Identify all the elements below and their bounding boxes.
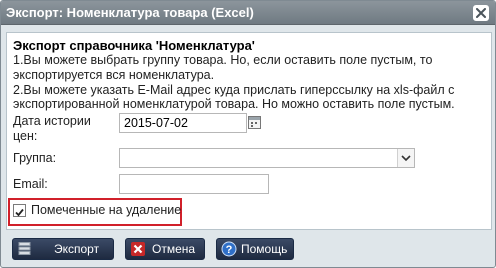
calendar-icon (248, 116, 261, 129)
desc-line-3: 2.Вы можете указать E-Mail адрес куда пр… (13, 83, 455, 97)
group-select-arrow[interactable] (397, 149, 414, 167)
cancel-button[interactable]: Отмена (125, 238, 205, 260)
date-history-input[interactable] (119, 113, 247, 133)
desc-line-1: 1.Вы можете выбрать группу товара. Но, е… (13, 53, 433, 67)
close-icon (476, 8, 486, 18)
email-input[interactable] (119, 174, 269, 194)
date-label-line-1: Дата истории (13, 114, 91, 128)
date-label-line-2: цен: (13, 129, 38, 143)
calendar-button[interactable] (247, 113, 263, 133)
export-dialog: Экспорт: Номенклатура товара (Excel) Экс… (0, 0, 496, 268)
export-icon (18, 242, 31, 255)
email-label: Email: (13, 177, 48, 191)
help-icon: ? (221, 241, 237, 257)
help-button[interactable]: ? Помощь (216, 238, 294, 260)
chevron-down-icon (401, 155, 411, 162)
close-button[interactable] (473, 5, 489, 21)
export-button[interactable]: Экспорт (12, 238, 114, 260)
cancel-icon (131, 242, 145, 256)
dialog-title: Экспорт: Номенклатура товара (Excel) (6, 5, 254, 20)
desc-line-4: экспортированной номенклатурой товара. Н… (13, 97, 455, 111)
dialog-titlebar[interactable]: Экспорт: Номенклатура товара (Excel) (1, 1, 495, 25)
group-select[interactable] (119, 148, 415, 168)
export-button-label: Экспорт (54, 242, 100, 256)
panel-heading: Экспорт справочника 'Номенклатура' (13, 38, 255, 53)
checkmark-icon (15, 208, 24, 217)
desc-line-2: экспортируется вся номенклатура. (13, 68, 215, 82)
deleted-checkbox[interactable] (13, 204, 26, 217)
svg-text:?: ? (226, 244, 233, 256)
cancel-button-label: Отмена (152, 242, 196, 256)
help-button-label: Помощь (241, 242, 288, 256)
deleted-checkbox-label[interactable]: Помеченные на удаление (31, 203, 181, 217)
export-panel: Экспорт справочника 'Номенклатура' 1.Вы … (6, 32, 492, 230)
group-label: Группа: (13, 151, 57, 165)
